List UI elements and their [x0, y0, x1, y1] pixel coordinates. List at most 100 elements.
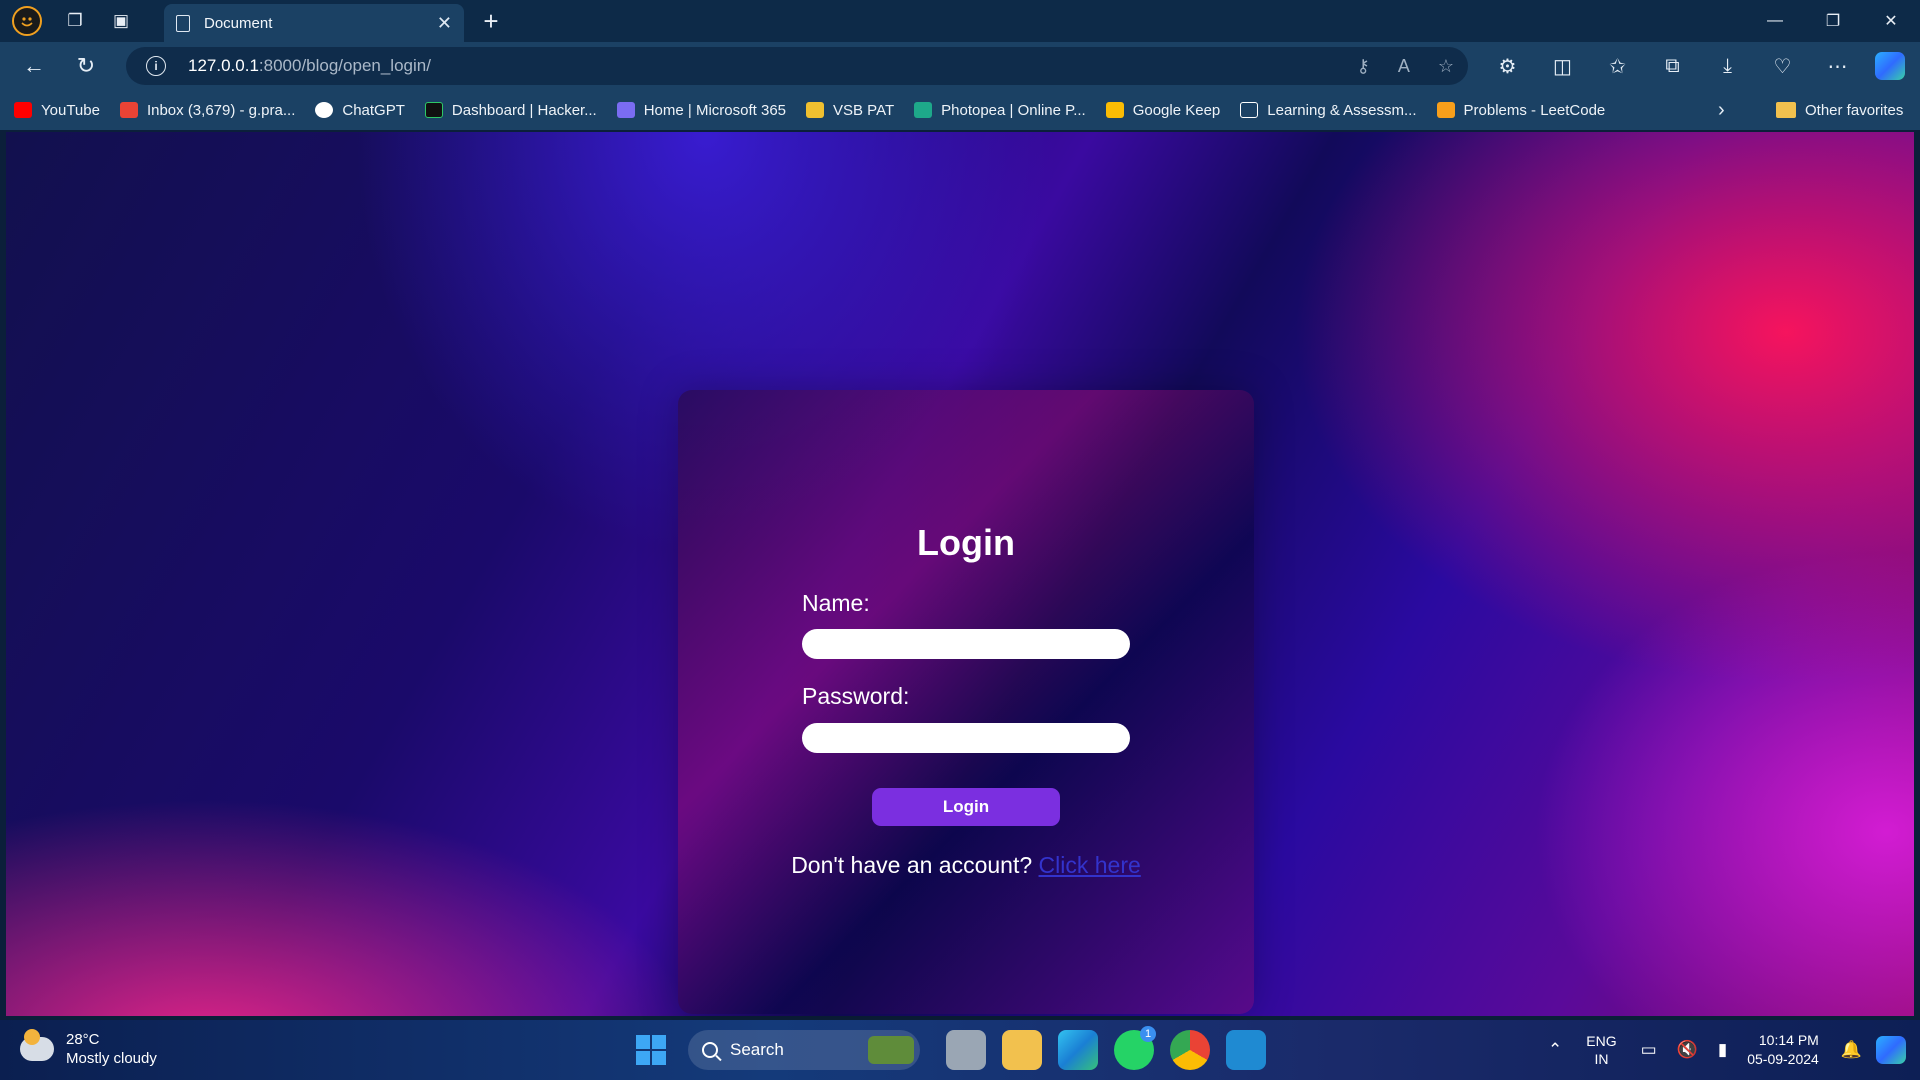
- restore-icon[interactable]: ❐: [1804, 0, 1862, 42]
- read-aloud-icon[interactable]: A: [1398, 56, 1410, 77]
- clock-time: 10:14 PM: [1758, 1032, 1819, 1048]
- bookmark-label: Dashboard | Hacker...: [451, 101, 597, 119]
- chatgpt-icon: [315, 102, 334, 118]
- clock[interactable]: 10:14 PM 05-09-2024: [1747, 1031, 1819, 1069]
- bookmark-hackerrank[interactable]: Dashboard | Hacker...: [424, 101, 597, 119]
- address-bar[interactable]: i 127.0.0.1:8000/blog/open_login/ ⚷ A ☆: [126, 47, 1468, 85]
- clock-date: 05-09-2024: [1747, 1051, 1819, 1067]
- browser-essentials-icon[interactable]: ♡: [1755, 46, 1810, 86]
- google-keep-icon: [1105, 102, 1124, 118]
- name-input[interactable]: [802, 629, 1130, 659]
- vertical-tabs-icon[interactable]: ▣: [98, 0, 144, 42]
- search-highlight-image: [868, 1036, 914, 1064]
- page-icon: [1240, 102, 1259, 118]
- folder-icon: [1776, 102, 1796, 118]
- window-controls: — ❐ ✕: [1746, 0, 1920, 42]
- edge-icon[interactable]: [1058, 1030, 1098, 1070]
- weather-widget[interactable]: 28°C Mostly cloudy: [20, 1029, 157, 1068]
- bookmark-microsoft365[interactable]: Home | Microsoft 365: [616, 101, 786, 119]
- more-menu-icon[interactable]: ⋯: [1810, 46, 1865, 86]
- network-icon[interactable]: ▭: [1641, 1040, 1657, 1060]
- split-screen-icon[interactable]: ◫: [1535, 46, 1590, 86]
- smiley-icon: [21, 17, 33, 27]
- signup-prompt: Don't have an account? Click here: [678, 852, 1254, 879]
- login-card: Login Name: Password: Login Don't have a…: [678, 390, 1254, 1014]
- windows-start-icon[interactable]: [636, 1035, 666, 1065]
- downloads-icon[interactable]: ⤓: [1700, 46, 1755, 86]
- navigation-bar: ← ↻ i 127.0.0.1:8000/blog/open_login/ ⚷ …: [0, 42, 1920, 90]
- password-label: Password:: [802, 683, 910, 709]
- battery-icon[interactable]: ▮: [1718, 1040, 1727, 1060]
- name-label: Name:: [802, 590, 870, 616]
- bookmark-vsb-pat[interactable]: VSB PAT: [806, 102, 894, 119]
- new-tab-icon[interactable]: +: [476, 4, 506, 38]
- photopea-icon: [914, 102, 933, 118]
- chevron-up-icon[interactable]: ⌃: [1548, 1040, 1562, 1060]
- back-icon[interactable]: ←: [8, 46, 60, 86]
- login-title: Login: [917, 522, 1015, 563]
- whatsapp-icon[interactable]: 1: [1114, 1026, 1156, 1070]
- chevron-right-icon[interactable]: ›: [1718, 90, 1725, 130]
- temperature: 28°C: [66, 1031, 100, 1048]
- bookmark-label: Google Keep: [1132, 101, 1221, 119]
- refresh-icon[interactable]: ↻: [60, 46, 112, 86]
- favorite-star-icon[interactable]: ☆: [1438, 56, 1454, 77]
- extensions-icon[interactable]: ⚙: [1480, 46, 1535, 86]
- bookmark-google-keep[interactable]: Google Keep: [1105, 101, 1221, 119]
- task-view-icon[interactable]: [946, 1030, 986, 1070]
- weather-cloud-icon: [20, 1029, 54, 1061]
- bookmark-photopea[interactable]: Photopea | Online P...: [914, 102, 1086, 119]
- vscode-icon[interactable]: [1226, 1030, 1266, 1070]
- volume-muted-icon[interactable]: 🔇: [1677, 1040, 1698, 1060]
- bookmark-label: Photopea | Online P...: [941, 101, 1086, 119]
- gmail-icon: [119, 102, 138, 118]
- favorites-icon[interactable]: ✩: [1590, 46, 1645, 86]
- bookmark-leetcode[interactable]: Problems - LeetCode: [1436, 102, 1605, 119]
- bookmark-learning[interactable]: Learning & Assessm...: [1240, 101, 1417, 119]
- bookmark-label: Inbox (3,679) - g.pra...: [146, 101, 296, 119]
- search-label: Search: [730, 1040, 784, 1059]
- bookmark-label: YouTube: [41, 101, 100, 119]
- chrome-icon[interactable]: [1170, 1030, 1210, 1070]
- copilot-icon[interactable]: [1875, 52, 1905, 80]
- bookmark-label: Home | Microsoft 365: [643, 101, 786, 119]
- language-indicator[interactable]: ENG IN: [1586, 1032, 1616, 1068]
- signup-link[interactable]: Click here: [1039, 852, 1141, 878]
- youtube-icon: [14, 102, 32, 118]
- other-favorites[interactable]: Other favorites: [1776, 90, 1903, 130]
- notification-bell-icon[interactable]: 🔔: [1841, 1040, 1862, 1060]
- notification-badge: 1: [1140, 1026, 1156, 1042]
- taskbar-search[interactable]: Search: [688, 1030, 920, 1070]
- site-info-icon[interactable]: i: [146, 56, 166, 76]
- language-code: ENG: [1586, 1033, 1617, 1049]
- close-tab-icon[interactable]: ✕: [437, 13, 452, 34]
- close-window-icon[interactable]: ✕: [1862, 0, 1920, 42]
- tab-document[interactable]: Document ✕: [164, 4, 464, 42]
- bookmark-label: VSB PAT: [833, 101, 895, 119]
- login-button[interactable]: Login: [872, 788, 1060, 826]
- browser-title-bar: ❐ ▣ Document ✕ + — ❐ ✕: [0, 0, 1920, 42]
- copilot-taskbar-icon[interactable]: [1876, 1036, 1906, 1064]
- workspaces-icon[interactable]: ❐: [52, 0, 98, 42]
- bookmark-gmail[interactable]: Inbox (3,679) - g.pra...: [119, 101, 296, 119]
- hackerrank-icon: [424, 102, 443, 118]
- password-input[interactable]: [802, 723, 1130, 753]
- leetcode-icon: [1436, 102, 1455, 118]
- bookmark-label: ChatGPT: [342, 101, 405, 119]
- url-path: :8000/blog/open_login/: [258, 56, 431, 75]
- system-tray: ⌃ ENG IN ▭ 🔇 ▮ 10:14 PM 05-09-2024 🔔: [1538, 1028, 1906, 1072]
- tab-title: Document: [204, 14, 273, 32]
- minimize-icon[interactable]: —: [1746, 0, 1804, 42]
- bookmark-youtube[interactable]: YouTube: [14, 102, 100, 119]
- profile-avatar[interactable]: [12, 6, 42, 36]
- file-explorer-icon[interactable]: [1002, 1030, 1042, 1070]
- bookmarks-bar: YouTube Inbox (3,679) - g.pra... ChatGPT…: [0, 90, 1920, 130]
- vsb-pat-icon: [806, 102, 824, 118]
- bookmark-label: Learning & Assessm...: [1267, 101, 1417, 119]
- weather-condition: Mostly cloudy: [66, 1050, 157, 1067]
- collections-icon[interactable]: ⧉: [1645, 46, 1700, 86]
- page-viewport: Login Name: Password: Login Don't have a…: [6, 132, 1914, 1016]
- key-icon[interactable]: ⚷: [1357, 56, 1370, 77]
- signup-text: Don't have an account?: [791, 852, 1033, 878]
- bookmark-chatgpt[interactable]: ChatGPT: [315, 102, 405, 119]
